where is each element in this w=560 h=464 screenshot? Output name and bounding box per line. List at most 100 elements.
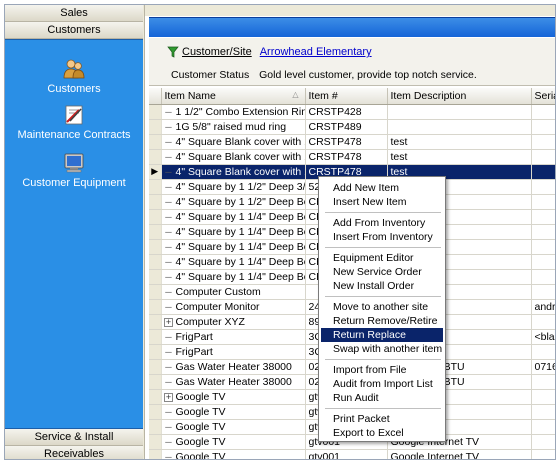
customer-status-label: Customer Status [171,69,250,81]
row-selector[interactable] [149,314,162,330]
menu-item-insert-from-inventory[interactable]: Insert From Inventory [321,230,443,244]
cell-serial-number [531,104,555,120]
site-link[interactable]: Arrowhead Elementary [260,46,372,58]
context-menu: Add New Item Insert New Item Add From Inve… [318,176,446,442]
menu-item-new-service-order[interactable]: New Service Order [321,265,443,279]
row-selector[interactable] [149,104,162,120]
column-header-item-description[interactable]: Item Description [387,88,532,105]
table-row[interactable]: ─Google TVgtv001Google Internet TV [149,449,555,459]
item-name-text: 4" Square by 1 1/4" Deep Box [175,210,305,223]
nav-item-customer-equipment[interactable]: Customer Equipment [5,152,143,189]
row-selector[interactable] [149,194,162,210]
cell-item-name: ─4" Square Blank cover with 1/2" [161,149,306,165]
menu-item-swap-with-another-item[interactable]: Swap with another item [321,342,443,356]
item-name-text: Computer XYZ [175,315,245,328]
nav-header-service-install[interactable]: Service & Install [5,429,143,446]
cell-item-name: ─ Google TV [161,404,306,420]
navigation-sidebar: Sales Customers Customers Maintenance Co… [5,5,143,459]
row-selector[interactable] [149,389,162,405]
table-row[interactable]: ─4" Square Blank cover with 1/2"CRSTP478… [149,134,555,150]
row-selector[interactable] [149,209,162,225]
row-selector[interactable] [149,299,162,315]
cell-item-description [387,104,532,120]
item-name-text: 4" Square by 1 1/4" Deep Box [175,240,305,253]
tree-connector: ─ [165,271,172,282]
tree-connector: ─ [165,406,172,417]
row-selector[interactable] [149,239,162,255]
table-row[interactable]: ─ 1 1/2" Combo Extension Ring CRSTP428 [149,104,555,120]
cell-item-name: ─ 4" Square by 1 1/4" Deep Box [161,209,306,225]
menu-item-return-replace[interactable]: Return Replace [321,328,443,342]
menu-item-audit-from-import-list[interactable]: Audit from Import List [321,377,443,391]
column-header-item-name[interactable]: Item Name △ [161,88,306,105]
menu-item-return-remove-retire[interactable]: Return Remove/Retire [321,314,443,328]
menu-item-add-from-inventory[interactable]: Add From Inventory [321,216,443,230]
item-name-text: 4" Square by 1 1/4" Deep Box [175,255,305,268]
row-selector[interactable] [149,419,162,435]
item-name-text: FrigPart [175,345,213,358]
cell-item-name: ─4" Square Blank cover with 1/2" [161,164,306,180]
grid-header-row: Item Name △ Item # Item Description Seri… [149,88,555,105]
menu-item-equipment-editor[interactable]: Equipment Editor [321,251,443,265]
top-strip [145,5,555,16]
row-selector[interactable] [149,434,162,450]
cell-item-name: ─ Google TV [161,434,306,450]
row-selector[interactable] [149,359,162,375]
tree-connector: ─ [165,226,172,237]
menu-item-insert-new-item[interactable]: Insert New Item [321,195,443,209]
header-bar [149,17,555,37]
row-selector[interactable] [149,149,162,165]
row-selector[interactable] [149,119,162,135]
row-selector[interactable] [149,134,162,150]
table-row[interactable]: ─ 1G 5/8" raised mud ring CRSTP489 [149,119,555,135]
row-selector[interactable] [149,254,162,270]
item-name-text: FrigPart [175,330,213,343]
nav-header-sales[interactable]: Sales [5,5,143,22]
menu-item-import-from-file[interactable]: Import from File [321,363,443,377]
row-selector[interactable] [149,224,162,240]
row-selector[interactable] [149,449,162,459]
menu-item-new-install-order[interactable]: New Install Order [321,279,443,293]
tree-connector: ─ [165,421,172,432]
nav-item-customers[interactable]: Customers [5,58,143,95]
tree-connector: ─ [165,151,172,162]
item-name-text: Google TV [175,420,226,433]
row-selector[interactable] [149,269,162,285]
tree-connector: ─ [165,376,172,387]
menu-item-print-packet[interactable]: Print Packet [321,412,443,426]
expand-icon[interactable]: + [164,317,173,327]
row-selector[interactable] [149,179,162,195]
maintenance-contracts-icon [65,105,83,125]
column-header-item-number[interactable]: Item # [305,88,388,105]
table-row[interactable]: ─4" Square Blank cover with 1/2"CRSTP478… [149,149,555,165]
cell-item-description: Google Internet TV [387,449,532,459]
nav-item-maintenance-contracts[interactable]: Maintenance Contracts [5,104,143,141]
menu-item-export-to-excel[interactable]: Export to Excel [321,426,443,440]
row-selector[interactable] [149,284,162,300]
tree-connector: ─ [165,241,172,252]
tree-connector: ─ [165,196,172,207]
item-name-text: 4" Square by 1 1/4" Deep Box [175,225,305,238]
cell-serial-number [531,179,555,195]
column-header-serial-number[interactable]: Serial # [531,88,555,105]
row-selector[interactable] [149,329,162,345]
menu-item-add-new-item[interactable]: Add New Item [321,181,443,195]
menu-item-move-to-another-site[interactable]: Move to another site [321,300,443,314]
item-name-text: Gas Water Heater 38000 [175,375,292,388]
cell-serial-number [531,239,555,255]
row-selector[interactable] [149,374,162,390]
menu-item-run-audit[interactable]: Run Audit [321,391,443,405]
menu-separator [325,359,441,360]
expand-icon[interactable]: + [164,392,173,402]
cell-serial-number: <blank [531,329,555,345]
row-selector[interactable] [149,404,162,420]
tree-connector: ─ [165,256,172,267]
cell-serial-number [531,374,555,390]
customer-site-button[interactable]: Customer/Site [167,46,252,58]
nav-header-receivables[interactable]: Receivables [5,446,143,459]
row-selector[interactable]: ▶ [149,164,162,180]
row-selector[interactable] [149,344,162,360]
cell-serial-number [531,404,555,420]
cell-serial-number [531,389,555,405]
nav-header-customers[interactable]: Customers [5,22,143,39]
